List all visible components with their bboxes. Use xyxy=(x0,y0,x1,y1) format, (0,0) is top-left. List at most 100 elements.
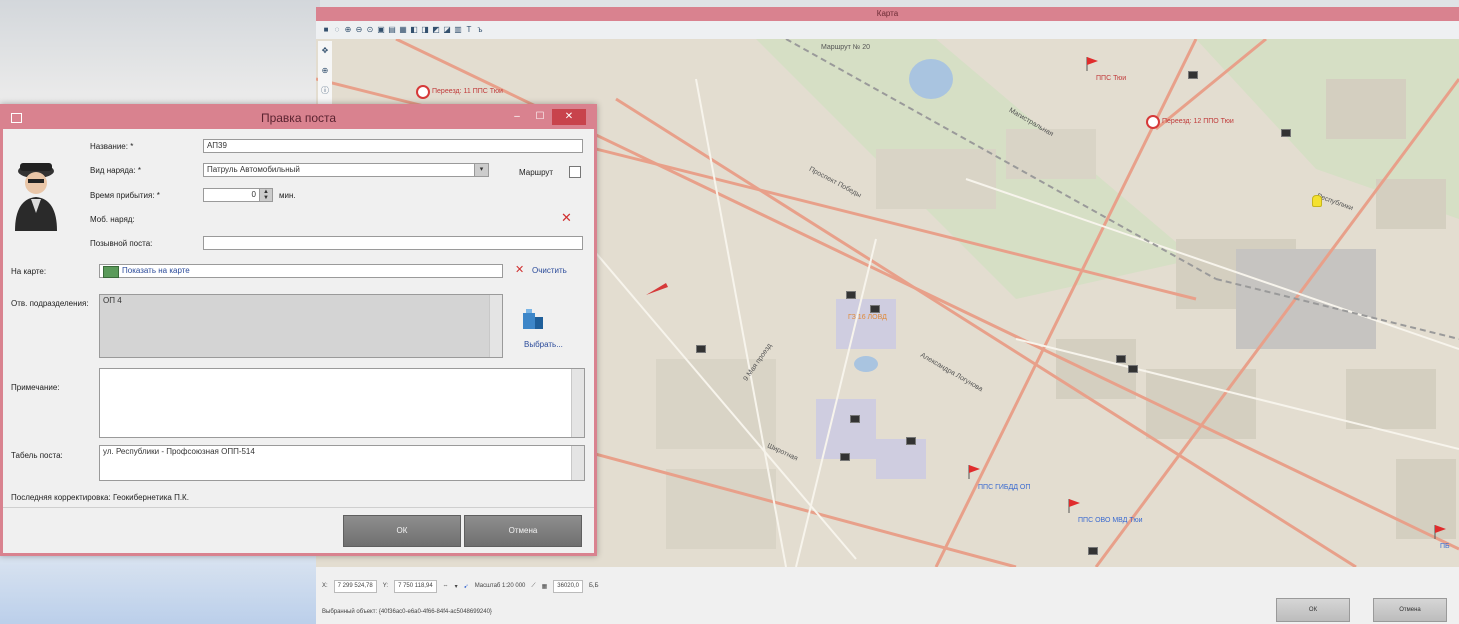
patrol-car-icon[interactable] xyxy=(696,345,706,353)
patrol-car-icon[interactable] xyxy=(906,437,916,445)
select-icon[interactable]: ◨ xyxy=(421,26,429,34)
filter-icon[interactable]: ◩ xyxy=(432,26,440,34)
edit-post-dialog: Правка поста – ☐ ✕ Название: * АП39 Вид … xyxy=(0,104,597,556)
dropdown-icon[interactable]: ▾ xyxy=(455,583,458,590)
text-icon[interactable]: Т xyxy=(465,26,473,34)
dept-value: ОП 4 xyxy=(103,296,122,305)
pan-icon[interactable]: ✥ xyxy=(321,47,329,55)
footer-divider xyxy=(3,507,594,508)
note-scrollbar[interactable] xyxy=(571,369,584,437)
stepper-arrows-icon[interactable]: ▲ ▼ xyxy=(259,189,272,201)
cancel-button[interactable]: Отмена xyxy=(464,515,582,547)
name-field[interactable]: АП39 xyxy=(203,139,583,153)
patrol-car-icon[interactable] xyxy=(1116,355,1126,363)
post-flag-icon[interactable] xyxy=(1068,499,1080,513)
select-building-icon[interactable] xyxy=(521,309,545,331)
crossing-marker-icon[interactable] xyxy=(1146,115,1160,129)
map-icon xyxy=(103,266,119,278)
pointer-icon[interactable]: ➹ xyxy=(464,583,469,590)
callsign-field[interactable] xyxy=(203,236,583,250)
type-select[interactable]: Патруль Автомобильный ▾ xyxy=(203,163,489,177)
mobile-clear-icon[interactable]: ✕ xyxy=(561,211,572,224)
patrol-car-icon[interactable] xyxy=(1188,71,1198,79)
post-label-top: ППС Тюи xyxy=(1096,75,1127,82)
post-label-bottom2: ППС ОВО МВД Тюи xyxy=(1078,517,1143,524)
note-textarea[interactable] xyxy=(99,368,585,438)
zoom-in-icon[interactable]: ⊕ xyxy=(344,26,352,34)
patrol-car-icon[interactable] xyxy=(1281,129,1291,137)
zoom-value-field[interactable]: 36020,0 xyxy=(553,579,583,593)
layers-icon[interactable]: ▤ xyxy=(388,26,396,34)
map-ok-button[interactable]: ОК xyxy=(1276,598,1350,622)
crossing-label-1: Переезд: 11 ППС Тюи xyxy=(432,88,503,95)
table-value: ул. Республики - Профсоюзная ОПП-514 xyxy=(103,447,255,456)
zoom-extent-icon[interactable]: ⊙ xyxy=(366,26,374,34)
x-coord-label: X: xyxy=(322,583,328,589)
type-select-value: Патруль Автомобильный xyxy=(207,165,300,174)
grid-icon[interactable]: ▦ xyxy=(399,26,407,34)
grid-toggle-icon[interactable]: ▦ xyxy=(542,583,548,590)
measure-icon[interactable]: ◧ xyxy=(410,26,418,34)
ok-button[interactable]: ОК xyxy=(343,515,461,547)
map-window-title: Карта xyxy=(316,7,1459,21)
window-icon xyxy=(11,113,22,123)
patrol-car-icon[interactable] xyxy=(1088,547,1098,555)
minimize-icon[interactable]: – xyxy=(510,109,524,125)
type-label: Вид наряда: * xyxy=(90,166,141,175)
print-icon[interactable]: ▣ xyxy=(377,26,385,34)
maximize-icon[interactable]: ☐ xyxy=(533,109,547,125)
route-icon[interactable]: ъ xyxy=(476,26,484,34)
clear-link[interactable]: Очистить xyxy=(532,266,567,275)
dept-field[interactable]: ОП 4 xyxy=(99,294,503,358)
show-on-map-link[interactable]: Показать на карте xyxy=(122,266,190,275)
post-label-bottom1: ППС ГИБДД ОП xyxy=(978,484,1031,491)
arrival-label: Время прибытия: * xyxy=(90,191,160,200)
table-textarea[interactable]: ул. Республики - Профсоюзная ОПП-514 xyxy=(99,445,585,481)
y-coord-label: Y: xyxy=(382,583,389,589)
police-officer-avatar xyxy=(15,163,57,231)
table-label: Табель поста: xyxy=(11,451,63,460)
refresh-icon[interactable]: ◌ xyxy=(333,26,341,34)
post-flag-icon[interactable] xyxy=(968,465,980,479)
map-cancel-button[interactable]: Отмена xyxy=(1373,598,1447,622)
post-flag-icon[interactable] xyxy=(1086,57,1098,71)
patrol-car-icon[interactable] xyxy=(850,415,860,423)
x-coord-field[interactable]: 7 299 524,78 xyxy=(333,579,377,593)
table-icon[interactable]: ▥ xyxy=(454,26,462,34)
patrol-car-icon[interactable] xyxy=(1128,365,1138,373)
post-flag-icon[interactable] xyxy=(1434,525,1446,539)
dept-label: Отв. подразделения: xyxy=(11,299,89,308)
select-dept-link[interactable]: Выбрать... xyxy=(524,340,563,349)
close-icon[interactable]: ✕ xyxy=(552,109,586,125)
ruler-icon[interactable]: ⟋ xyxy=(531,583,535,590)
crossing-marker-icon[interactable] xyxy=(416,85,430,99)
zoom-out-icon[interactable]: ⊖ xyxy=(355,26,363,34)
callsign-label: Позывной поста: xyxy=(90,239,153,248)
zoom-icon[interactable]: ⊕ xyxy=(321,67,329,75)
table-scrollbar[interactable] xyxy=(571,446,584,480)
patrol-car-icon[interactable] xyxy=(840,453,850,461)
note-label: Примечание: xyxy=(11,383,60,392)
show-on-map-field[interactable]: Показать на карте xyxy=(99,264,503,278)
info-icon[interactable]: ⓘ xyxy=(321,87,329,95)
clear-icon[interactable]: ✕ xyxy=(515,264,524,277)
chevron-down-icon[interactable]: ▾ xyxy=(474,164,488,176)
scale-label: Масштаб 1:20 000 xyxy=(474,583,526,589)
alarm-bell-icon[interactable] xyxy=(1312,195,1322,207)
save-icon[interactable]: ■ xyxy=(322,26,330,34)
unit-label: Б,Б xyxy=(588,583,599,589)
map-statusbar: X: 7 299 524,78 Y: 7 750 118,94 ⇔ ▾ ➹ Ма… xyxy=(316,575,1459,597)
patrol-car-icon[interactable] xyxy=(870,305,880,313)
tools-icon[interactable]: ◪ xyxy=(443,26,451,34)
route-checkbox-label: Маршрут xyxy=(519,168,554,177)
route-label: Маршрут № 20 xyxy=(821,44,871,51)
patrol-car-icon[interactable] xyxy=(846,291,856,299)
arrow-icon[interactable]: ⇔ xyxy=(443,583,449,589)
map-side-toolbar: ✥ ⊕ ⓘ xyxy=(318,41,332,111)
arrival-unit: мин. xyxy=(279,191,296,200)
dept-scrollbar[interactable] xyxy=(489,295,502,357)
arrival-stepper[interactable]: 0 ▲ ▼ xyxy=(203,188,273,202)
y-coord-field[interactable]: 7 750 118,94 xyxy=(394,579,437,593)
route-checkbox[interactable] xyxy=(569,166,581,178)
last-edit-text: Последняя корректировка: Геокибернетика … xyxy=(11,493,189,502)
